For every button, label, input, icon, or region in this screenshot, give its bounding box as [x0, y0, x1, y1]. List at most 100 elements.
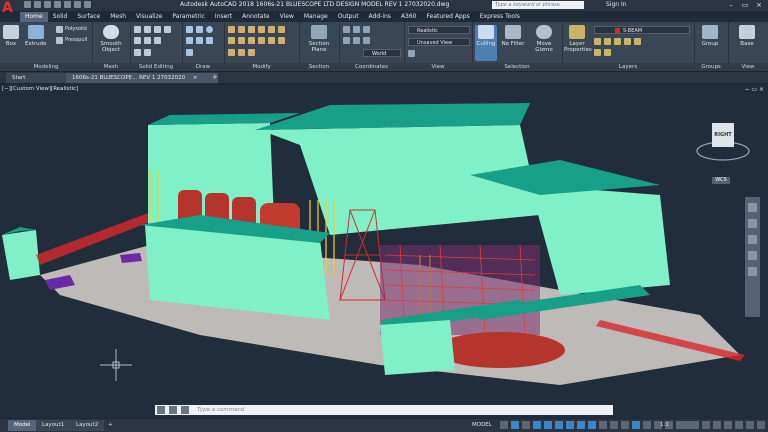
osnap-tracking-icon[interactable] [577, 421, 585, 429]
imprint-icon[interactable] [144, 49, 151, 56]
layer-match-icon[interactable] [634, 38, 641, 45]
hardware-acceleration-icon[interactable] [735, 421, 743, 429]
section-panel-title[interactable]: Section [299, 63, 339, 71]
stretch-icon[interactable] [248, 26, 255, 33]
selection-cycling-icon[interactable] [621, 421, 629, 429]
selection-panel-title[interactable]: Selection [472, 63, 562, 71]
snap-icon[interactable] [511, 421, 519, 429]
tab-mesh[interactable]: Mesh [105, 12, 131, 22]
pan-icon[interactable] [748, 219, 757, 228]
presspull-icon[interactable] [56, 37, 63, 44]
grid-icon[interactable] [500, 421, 508, 429]
view-base-panel-title[interactable]: View [728, 63, 768, 71]
osnap-icon[interactable] [588, 421, 596, 429]
command-customize-icon[interactable] [169, 406, 177, 414]
annotation-monitor-icon[interactable] [691, 421, 699, 429]
group-button[interactable]: Group [697, 25, 723, 47]
line-icon[interactable] [186, 26, 193, 33]
view-manager-icon[interactable] [408, 50, 415, 57]
viewcube-right-face[interactable]: RIGHT [712, 123, 734, 147]
layer-freeze-icon[interactable] [604, 38, 611, 45]
draw-panel-title[interactable]: Draw [182, 63, 224, 71]
base-button[interactable]: Base [734, 25, 760, 47]
drawing-tab[interactable]: 1606s-21 BLUESCOPE... REV 1 27032020 × [66, 73, 218, 83]
ucs-3point-icon[interactable] [363, 26, 370, 33]
polysolid-label[interactable]: Polysolid [65, 26, 87, 32]
shell-icon[interactable] [144, 37, 151, 44]
ucs-icon[interactable] [343, 26, 350, 33]
plot-icon[interactable] [64, 1, 71, 8]
rotate-icon[interactable] [258, 26, 265, 33]
layout1-tab[interactable]: Layout1 [36, 420, 71, 431]
layer-on-icon[interactable] [594, 38, 601, 45]
tab-a360[interactable]: A360 [396, 12, 422, 22]
model-tab[interactable]: Model [8, 420, 37, 431]
tab-insert[interactable]: Insert [210, 12, 237, 22]
tab-express-tools[interactable]: Express Tools [475, 12, 525, 22]
steering-wheel-icon[interactable] [748, 203, 757, 212]
start-tab[interactable]: Start [6, 73, 74, 83]
tab-parametric[interactable]: Parametric [167, 12, 210, 22]
subtract-icon[interactable] [144, 26, 151, 33]
lineweight-icon[interactable] [599, 421, 607, 429]
culling-button[interactable]: Culling [475, 25, 497, 61]
isodraft-icon[interactable] [566, 421, 574, 429]
showmotion-icon[interactable] [748, 267, 757, 276]
rectangle-icon[interactable] [196, 37, 203, 44]
modeling-panel-title[interactable]: Modeling [0, 63, 92, 71]
infer-constraints-icon[interactable] [522, 421, 530, 429]
dynamic-input-icon[interactable] [533, 421, 541, 429]
tab-close-icon[interactable]: × [193, 75, 198, 81]
ucs-z-icon[interactable] [363, 37, 370, 44]
tab-view[interactable]: View [275, 12, 299, 22]
orbit-icon[interactable] [748, 251, 757, 260]
ucs-world-icon[interactable] [353, 26, 360, 33]
workspace-icon[interactable] [680, 421, 688, 429]
explode-icon[interactable] [268, 37, 275, 44]
minimize-icon[interactable]: – [724, 0, 738, 10]
3d-rotate-icon[interactable] [238, 49, 245, 56]
clean-screen-icon[interactable] [746, 421, 754, 429]
arc-icon[interactable] [186, 37, 193, 44]
tab-output[interactable]: Output [333, 12, 364, 22]
offset-icon[interactable] [278, 37, 285, 44]
box-button[interactable]: Box [3, 25, 19, 47]
ucs-y-icon[interactable] [353, 37, 360, 44]
presspull-label[interactable]: Presspull [65, 37, 87, 43]
coordinates-panel-title[interactable]: Coordinates [339, 63, 404, 71]
fillet-edge-icon[interactable] [164, 26, 171, 33]
layer-properties-button[interactable]: Layer Properties [564, 25, 592, 53]
intersect-icon[interactable] [154, 26, 161, 33]
customization-icon[interactable] [757, 421, 765, 429]
array-icon[interactable] [248, 37, 255, 44]
new-tab-icon[interactable]: + [212, 73, 218, 81]
tab-surface[interactable]: Surface [72, 12, 105, 22]
trim-icon[interactable] [228, 37, 235, 44]
zoom-extents-icon[interactable] [748, 235, 757, 244]
layer-previous-icon[interactable] [594, 49, 601, 56]
save-as-icon[interactable] [54, 1, 61, 8]
command-line[interactable]: Type a command [155, 405, 613, 415]
command-input[interactable]: Type a command [197, 405, 244, 415]
model-space-toggle[interactable]: MODEL [472, 420, 492, 431]
sign-in-link[interactable]: Sign In [606, 1, 627, 8]
slice-icon[interactable] [134, 37, 141, 44]
layout2-tab[interactable]: Layout2 [70, 420, 105, 431]
tab-add-ins[interactable]: Add-ins [364, 12, 396, 22]
polar-icon[interactable] [555, 421, 563, 429]
scale-icon[interactable] [278, 26, 285, 33]
named-view-dropdown[interactable]: Unsaved View [408, 38, 470, 46]
polyline-icon[interactable] [196, 26, 203, 33]
fillet-icon[interactable] [238, 37, 245, 44]
ortho-icon[interactable] [544, 421, 552, 429]
autocad-logo-icon[interactable]: A [2, 0, 20, 22]
redo-icon[interactable] [84, 1, 91, 8]
tab-manage[interactable]: Manage [299, 12, 333, 22]
move-gizmo-button[interactable]: Move Gizmo [530, 25, 558, 53]
save-icon[interactable] [44, 1, 51, 8]
move-icon[interactable] [228, 26, 235, 33]
circle-icon[interactable] [206, 26, 213, 33]
3d-mirror-icon[interactable] [248, 49, 255, 56]
layer-dropdown[interactable]: S-BEAM [594, 26, 690, 34]
layer-walk-icon[interactable] [604, 49, 611, 56]
